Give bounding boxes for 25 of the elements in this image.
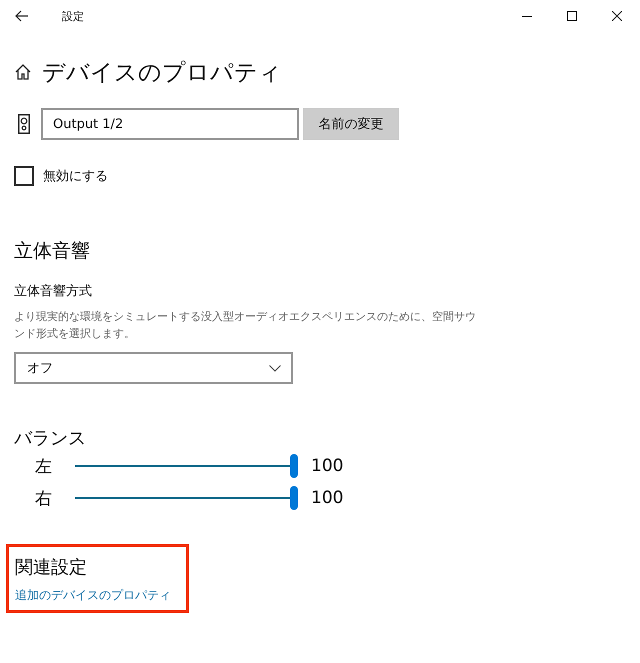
speaker-icon xyxy=(18,114,30,134)
slider-value: 100 xyxy=(311,488,344,508)
slider-thumb[interactable] xyxy=(290,454,298,478)
slider-thumb[interactable] xyxy=(290,486,298,510)
channel-label: 左 xyxy=(34,456,53,478)
slider-value: 100 xyxy=(311,456,344,476)
section-heading: バランス xyxy=(14,427,87,450)
maximize-icon[interactable] xyxy=(567,11,577,21)
properties-link[interactable]: 追加のデバイスのプロパティ xyxy=(15,587,171,604)
channel-label: 右 xyxy=(34,488,53,510)
page-title: デバイスのプロパティ xyxy=(42,58,282,88)
name-field[interactable]: Output 1/2 xyxy=(41,108,299,140)
window-title: 設定 xyxy=(62,8,84,24)
rename-button[interactable]: 名前の変更 xyxy=(303,108,399,140)
back-icon[interactable] xyxy=(15,10,29,22)
section-heading: 立体音響 xyxy=(14,239,91,264)
checkbox[interactable] xyxy=(14,166,34,186)
section-heading: 関連設定 xyxy=(15,556,88,579)
checkbox-label: 無効にする xyxy=(43,168,108,185)
close-icon[interactable] xyxy=(612,11,622,21)
field-label: 立体音響方式 xyxy=(14,283,93,300)
description-text: より現実的な環境をシミュレートする没入型オーディオエクスペリエンスのために、空間サウンド形式を選択します。 xyxy=(14,309,476,342)
chevron-down-icon xyxy=(269,364,281,372)
format-dropdown[interactable]: オフ xyxy=(14,352,293,384)
home-icon[interactable] xyxy=(14,63,32,81)
